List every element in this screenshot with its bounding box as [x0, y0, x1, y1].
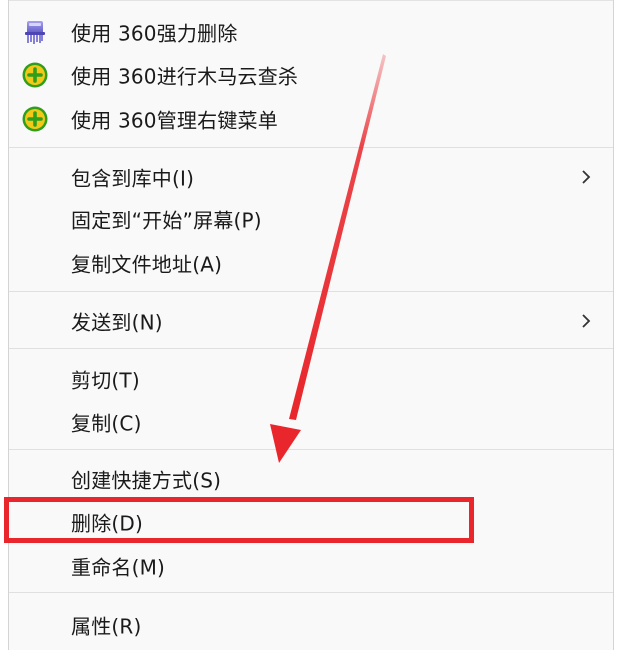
menu-item-send-to[interactable]: 发送到(N): [9, 301, 613, 341]
menu-separator: [9, 592, 613, 593]
menu-item-label: 属性(R): [71, 614, 142, 639]
menu-item-360-manage-menu[interactable]: 使用 360管理右键菜单: [9, 99, 613, 139]
menu-item-360-force-delete[interactable]: 使用 360强力删除: [9, 12, 613, 52]
menu-item-label: 包含到库中(I): [71, 166, 195, 191]
menu-item-label: 复制文件地址(A): [71, 252, 223, 277]
menu-item-properties[interactable]: 属性(R): [9, 605, 613, 645]
menu-item-label: 剪切(T): [71, 368, 140, 393]
menu-item-pin-start[interactable]: 固定到“开始”屏幕(P): [9, 199, 613, 239]
menu-item-label: 使用 360进行木马云查杀: [71, 64, 299, 89]
menu-item-label: 固定到“开始”屏幕(P): [71, 208, 262, 233]
menu-item-label: 创建快捷方式(S): [71, 468, 222, 493]
menu-item-label: 使用 360管理右键菜单: [71, 108, 278, 133]
menu-item-360-trojan-scan[interactable]: 使用 360进行木马云查杀: [9, 55, 613, 95]
chevron-right-icon: [582, 170, 591, 184]
menu-item-include-library[interactable]: 包含到库中(I): [9, 157, 613, 197]
menu-item-label: 复制(C): [71, 411, 142, 436]
menu-separator: [9, 449, 613, 450]
menu-item-label: 使用 360强力删除: [71, 21, 238, 46]
menu-item-label: 发送到(N): [71, 310, 163, 335]
chevron-right-icon: [582, 314, 591, 328]
menu-item-rename[interactable]: 重命名(M): [9, 546, 613, 586]
360-plus-icon: [22, 62, 48, 88]
context-menu: 使用 360强力删除 使用 360进行木马云查杀 使用 360管理右键菜单 包含…: [8, 0, 614, 650]
menu-item-copy-path[interactable]: 复制文件地址(A): [9, 243, 613, 283]
360-plus-icon: [22, 106, 48, 132]
menu-separator: [9, 291, 613, 292]
menu-item-label: 删除(D): [71, 511, 144, 536]
360-shredder-icon: [25, 21, 45, 44]
menu-item-create-shortcut[interactable]: 创建快捷方式(S): [9, 459, 613, 499]
menu-top-border: [9, 0, 613, 1]
menu-item-delete[interactable]: 删除(D): [9, 502, 613, 542]
menu-item-cut[interactable]: 剪切(T): [9, 359, 613, 399]
menu-separator: [9, 348, 613, 349]
menu-item-label: 重命名(M): [71, 555, 166, 580]
menu-separator: [9, 147, 613, 148]
menu-item-copy[interactable]: 复制(C): [9, 402, 613, 442]
